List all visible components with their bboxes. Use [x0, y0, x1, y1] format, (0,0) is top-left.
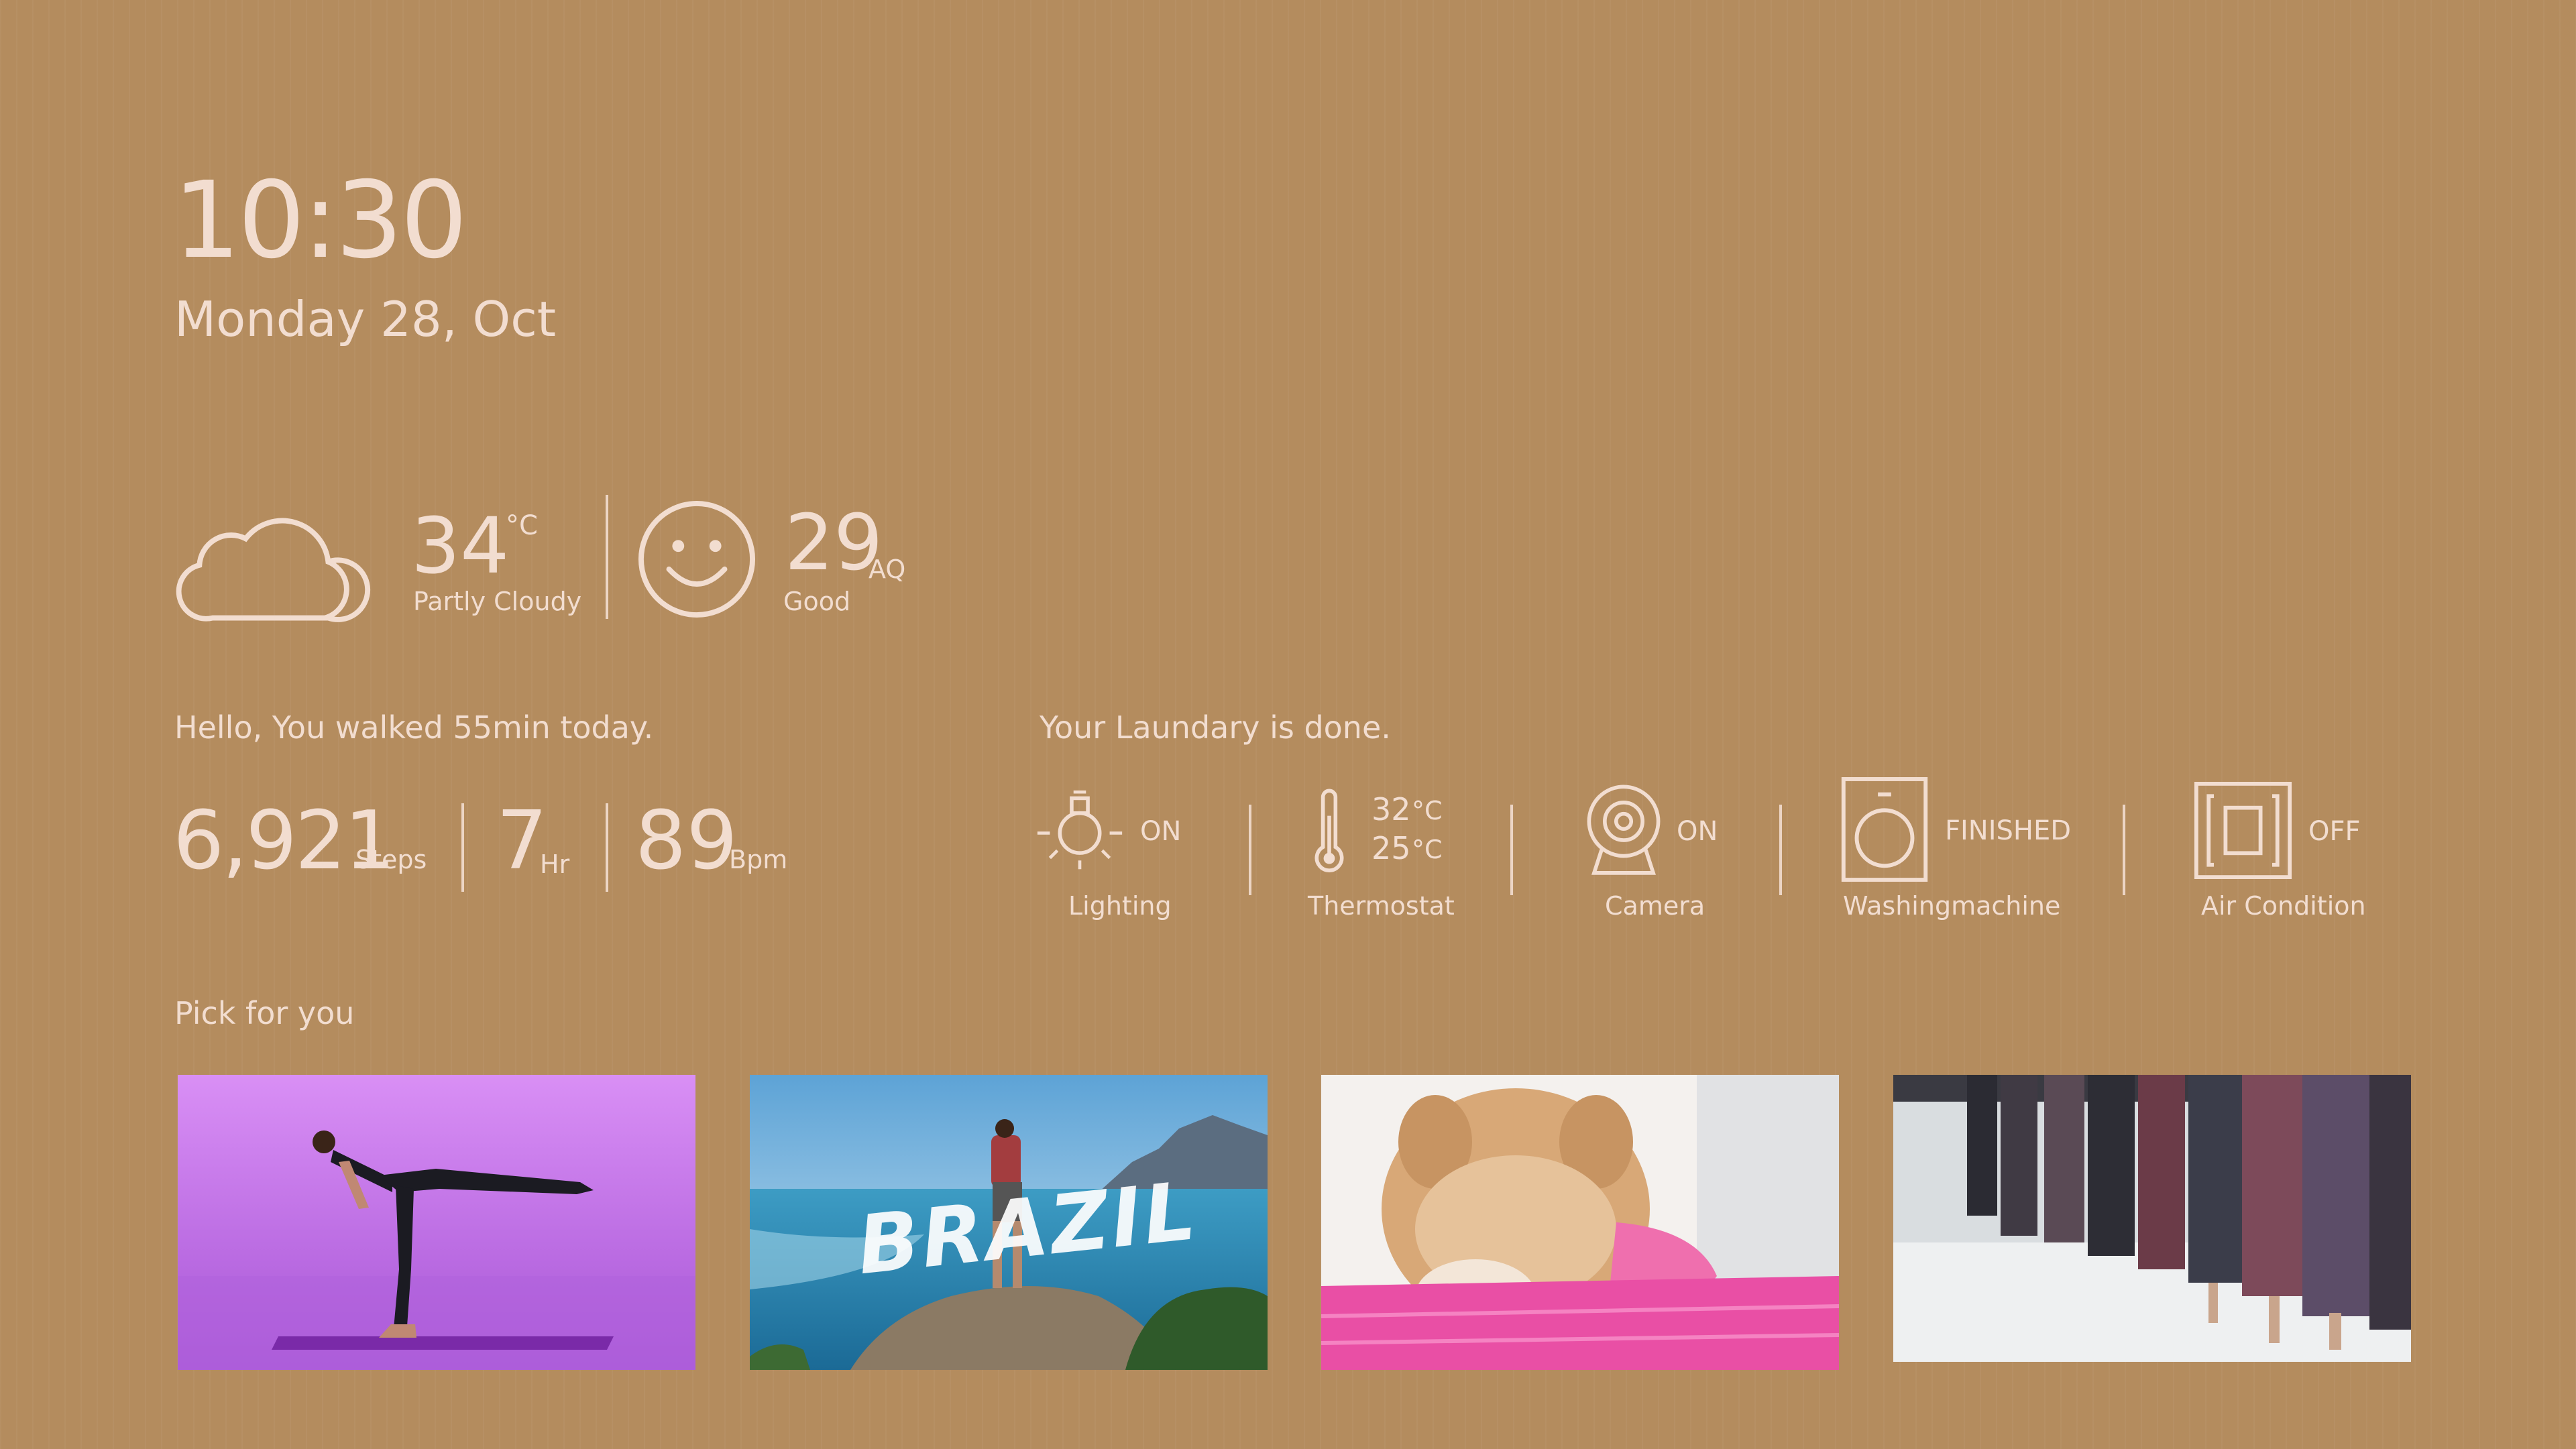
air-condition-status: OFF [2308, 816, 2361, 847]
thermometer-icon [1314, 789, 1344, 872]
steps-stat[interactable]: 6,921 Steps [173, 801, 428, 888]
cloud-icon [176, 518, 371, 622]
air-condition-label: Air Condition [2201, 891, 2366, 921]
pick-card-brazil[interactable]: BRAZIL [750, 1075, 1268, 1370]
air-quality-widget[interactable]: 29 AQ Good [637, 500, 919, 627]
pick-card-yoga[interactable] [178, 1075, 695, 1370]
yoga-pose-image [178, 1075, 695, 1370]
smiley-face-icon [638, 500, 756, 618]
sleep-stat[interactable]: 7 Hr [496, 801, 577, 888]
picks-title: Pick for you [174, 995, 355, 1031]
device-thermostat[interactable]: 32 °C 25 °C Thermostat [1304, 778, 1465, 925]
lighting-label: Lighting [1068, 891, 1172, 921]
device-washingmachine[interactable]: FINISHED Washingmachine [1841, 774, 2096, 925]
thermostat-high-unit: °C [1412, 796, 1443, 825]
washingmachine-label: Washingmachine [1843, 891, 2061, 921]
puppy-image [1321, 1075, 1839, 1370]
weather-condition: Partly Cloudy [413, 587, 582, 616]
steps-unit: Steps [355, 845, 427, 874]
weather-widget[interactable]: 34 °C Partly Cloudy [173, 488, 589, 629]
light-bulb-icon [1037, 790, 1123, 870]
clock-time: 10:30 [173, 159, 467, 282]
air-quality-unit: AQ [869, 555, 906, 584]
weather-temperature: 34 [411, 502, 510, 591]
device-divider-2 [1510, 805, 1513, 895]
device-camera[interactable]: ON Camera [1583, 778, 1757, 925]
device-divider-1 [1249, 805, 1251, 895]
lighting-status: ON [1140, 816, 1182, 847]
device-divider-4 [2123, 805, 2125, 895]
sleep-divider [606, 803, 608, 892]
thermostat-low-unit: °C [1412, 835, 1443, 864]
home-message: Your Laundary is done. [1040, 709, 1391, 746]
thermostat-high: 32 [1371, 791, 1411, 827]
pick-card-runway[interactable] [1893, 1075, 2411, 1362]
camera-icon [1587, 785, 1661, 875]
heart-rate-unit: Bpm [729, 845, 788, 874]
thermostat-label: Thermostat [1308, 891, 1455, 921]
camera-status: ON [1677, 816, 1718, 847]
weather-divider [606, 495, 608, 619]
weather-temperature-unit: °C [506, 510, 538, 541]
device-divider-3 [1779, 805, 1782, 895]
clock-date: Monday 28, Oct [174, 291, 557, 347]
heart-rate-value: 89 [635, 795, 738, 888]
camera-label: Camera [1605, 891, 1705, 921]
sleep-unit: Hr [540, 850, 570, 879]
fashion-runway-image [1893, 1075, 2411, 1362]
thermostat-low: 25 [1371, 830, 1411, 866]
air-conditioner-icon [2194, 782, 2292, 879]
washingmachine-status: FINISHED [1945, 815, 2072, 846]
washing-machine-icon [1841, 777, 1928, 882]
device-air-condition[interactable]: OFF Air Condition [2193, 778, 2394, 925]
device-lighting[interactable]: ON Lighting [1036, 778, 1190, 925]
activity-greeting: Hello, You walked 55min today. [174, 709, 654, 746]
steps-divider [461, 803, 464, 892]
air-quality-label: Good [783, 587, 851, 616]
pick-card-puppy[interactable] [1321, 1075, 1839, 1370]
heart-rate-stat[interactable]: 89 Bpm [635, 801, 803, 888]
